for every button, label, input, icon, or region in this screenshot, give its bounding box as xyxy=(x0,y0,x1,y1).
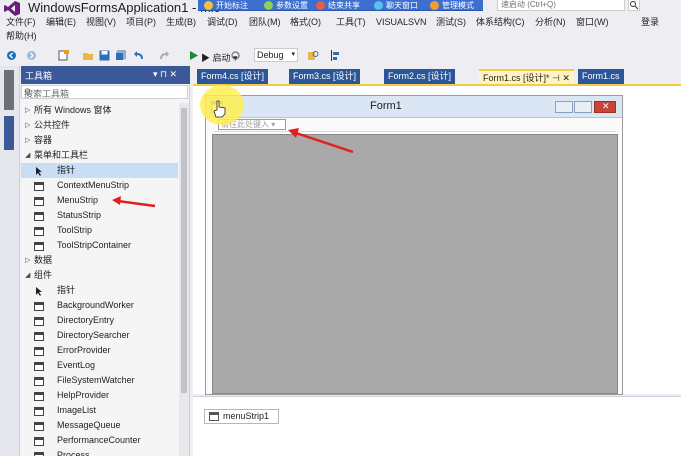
annotation-arrow-type-here xyxy=(288,128,354,154)
annotation-layer xyxy=(112,128,354,208)
tray-component-label: menuStrip1 xyxy=(223,411,270,421)
menustrip-icon xyxy=(209,412,219,421)
tray-component-menustrip1[interactable]: menuStrip1 xyxy=(204,409,279,424)
component-tray: menuStrip1 xyxy=(193,396,681,456)
annotation-arrow-menustrip xyxy=(112,196,156,208)
